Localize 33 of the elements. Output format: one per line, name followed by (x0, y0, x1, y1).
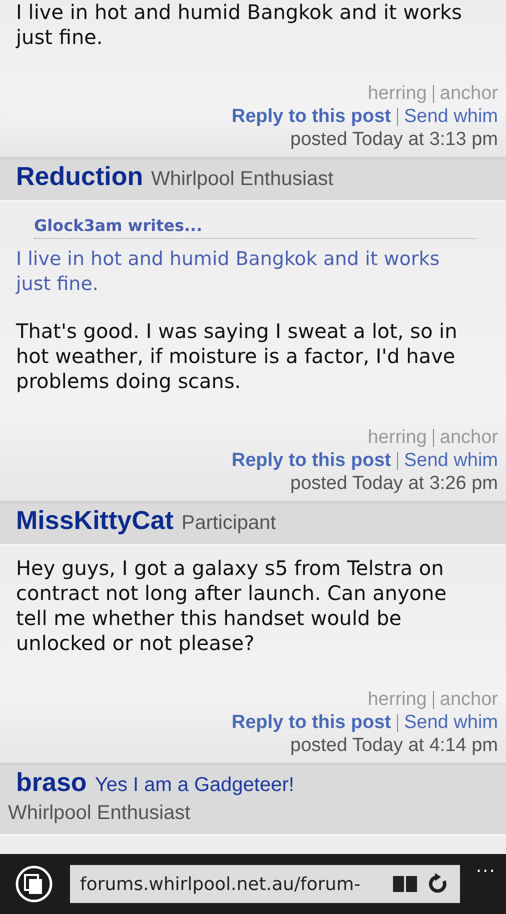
post-text: Hey guys, I got a galaxy s5 from Telstra on contract not long after launch. Can anyone tell me whether this handset would be unlocked or not please? (16, 556, 448, 656)
whim-link[interactable]: Send whim (404, 711, 498, 734)
user-rank: Whirlpool Enthusiast (151, 167, 334, 192)
url-text: forums.whirlpool.net.au/forum- (80, 874, 362, 894)
post-date: posted Today at 3:26 pm (290, 472, 498, 495)
author-name[interactable]: braso (16, 767, 87, 797)
refresh-icon[interactable] (428, 873, 448, 895)
quote-author[interactable]: Glock3am writes... (34, 216, 476, 239)
reply-link[interactable]: Reply to this post (232, 105, 391, 128)
post-date: posted Today at 3:13 pm (290, 128, 498, 151)
post-date: posted Today at 4:14 pm (290, 734, 498, 757)
user-tagline: Yes I am a Gadgeteer! (94, 774, 294, 796)
herring-link[interactable]: herring (368, 688, 427, 711)
herring-link[interactable]: herring (368, 426, 427, 449)
author-name[interactable]: MissKittyCat (16, 505, 174, 535)
user-rank: Participant (181, 511, 276, 536)
post-text: I live in hot and humid Bangkok and it works just fine. (16, 0, 463, 50)
reply-link[interactable]: Reply to this post (232, 711, 391, 734)
post-text: That's good. I was saying I sweat a lot, so in hot weather, if moisture is a factor, I'd have problems doing scans. (16, 319, 458, 394)
anchor-link[interactable]: anchor (440, 82, 498, 105)
author-name[interactable]: Reduction (16, 161, 144, 191)
more-button[interactable]: ... (476, 856, 496, 877)
herring-link[interactable]: herring (368, 82, 427, 105)
quoted-text: I live in hot and humid Bangkok and it works just fine. (16, 247, 441, 297)
anchor-link[interactable]: anchor (440, 688, 498, 711)
whim-link[interactable]: Send whim (404, 105, 498, 128)
whim-link[interactable]: Send whim (404, 449, 498, 472)
reading-view-icon[interactable] (392, 874, 418, 894)
reply-link[interactable]: Reply to this post (232, 449, 391, 472)
user-rank: Whirlpool Enthusiast (8, 801, 190, 826)
anchor-link[interactable]: anchor (440, 426, 498, 449)
tabs-icon[interactable] (14, 864, 54, 904)
address-bar[interactable]: forums.whirlpool.net.au/forum- (70, 865, 460, 903)
